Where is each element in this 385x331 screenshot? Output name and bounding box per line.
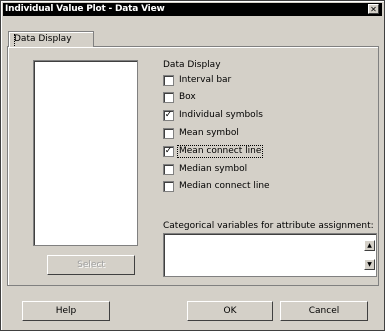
tab-data-display[interactable]: Data Display xyxy=(8,31,94,47)
median-symbol-checkbox[interactable] xyxy=(163,164,174,175)
option-label: Mean symbol xyxy=(179,128,239,138)
scroll-up-icon[interactable]: ▲ xyxy=(364,240,375,251)
option-label: Interval bar xyxy=(179,75,232,85)
mean-connect-line-checkbox[interactable]: ✓ xyxy=(163,146,174,157)
mean-symbol-checkbox[interactable] xyxy=(163,128,174,139)
tab-label: Data Display xyxy=(14,34,72,44)
categorical-variables-field[interactable]: ▲ ▼ xyxy=(163,233,377,277)
interval-bar-checkbox[interactable] xyxy=(163,75,174,86)
select-button[interactable]: Select xyxy=(47,255,135,275)
help-button[interactable]: Help xyxy=(22,301,110,321)
option-label: Mean connect line xyxy=(176,145,264,158)
option-label: Box xyxy=(179,92,196,102)
categorical-variables-label: Categorical variables for attribute assi… xyxy=(163,221,374,231)
individual-symbols-checkbox[interactable]: ✓ xyxy=(163,110,174,121)
data-display-group-label: Data Display xyxy=(163,60,221,70)
option-label: Median symbol xyxy=(179,164,248,174)
close-icon[interactable]: ✕ xyxy=(368,4,379,14)
box-checkbox[interactable] xyxy=(163,92,174,103)
variables-listbox[interactable] xyxy=(33,60,138,246)
scroll-down-icon[interactable]: ▼ xyxy=(364,259,375,270)
option-label: Individual symbols xyxy=(179,110,263,120)
ok-button[interactable]: OK xyxy=(187,301,273,321)
median-connect-line-checkbox[interactable] xyxy=(163,181,174,192)
cancel-button[interactable]: Cancel xyxy=(280,301,368,321)
option-label: Median connect line xyxy=(179,181,270,191)
window-title: Individual Value Plot - Data View xyxy=(5,4,165,14)
tab-focus-indicator xyxy=(14,34,16,46)
title-bar[interactable]: Individual Value Plot - Data View ✕ xyxy=(3,3,382,16)
